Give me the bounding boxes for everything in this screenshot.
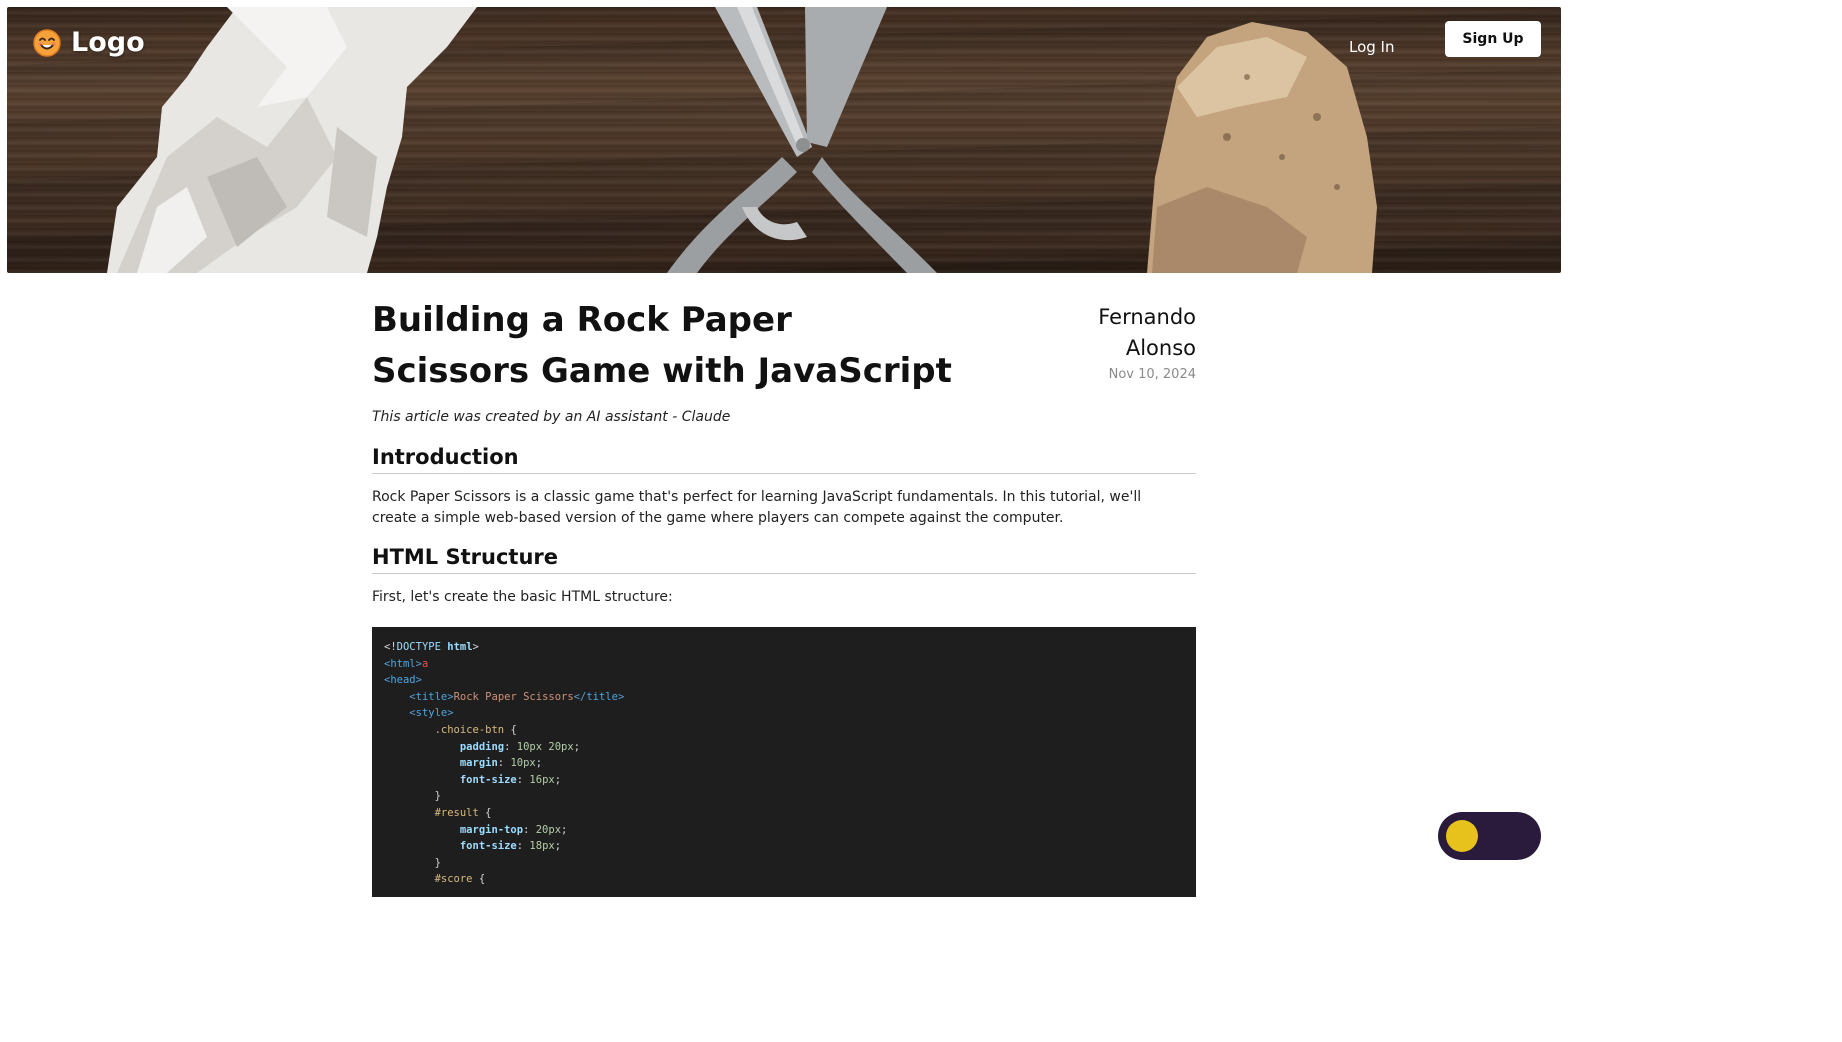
code-line: margin-top: 20px; — [459, 823, 568, 836]
signup-button[interactable]: Sign Up — [1445, 21, 1541, 57]
code-line: margin: 10px; — [459, 757, 543, 770]
code-line: <html>a — [384, 657, 429, 670]
rock-illustration — [1147, 22, 1377, 273]
post-date: Nov 10, 2024 — [1108, 367, 1196, 382]
code-block[interactable]: <!DOCTYPE html> <html>a <head> <title>Rock… — [372, 627, 1196, 897]
code-line: <!DOCTYPE html> — [384, 641, 479, 653]
code-line: <head> — [384, 674, 422, 687]
code-line: font-size: 16px; — [459, 773, 562, 786]
paper-illustration — [107, 7, 477, 273]
smiley-face-icon — [33, 28, 61, 57]
hero-image — [107, 7, 1377, 273]
code-line: font-size: 18px; — [459, 840, 562, 853]
article-title: Building a Rock Paper Scissors Game with… — [372, 300, 952, 391]
code-line: .choice-btn { — [434, 723, 517, 736]
theme-toggle[interactable] — [1438, 812, 1541, 860]
code-line: } — [434, 790, 441, 803]
logo[interactable]: Logo — [33, 27, 145, 58]
ai-disclaimer: This article was created by an AI assist… — [372, 409, 731, 425]
code-line: <title>Rock Paper Scissors</title> — [409, 690, 625, 703]
toggle-knob — [1446, 820, 1478, 852]
section-heading-introduction: Introduction — [372, 445, 1196, 474]
code-line: #score { — [434, 873, 486, 886]
section-paragraph-html-structure: First, let's create the basic HTML struc… — [372, 589, 673, 605]
section-paragraph-introduction: Rock Paper Scissors is a classic game th… — [372, 489, 1142, 526]
code-line: #result { — [434, 806, 492, 819]
code-line: } — [434, 856, 441, 869]
login-link[interactable]: Log In — [1349, 29, 1395, 65]
hero-banner: Logo Log In Sign Up — [7, 7, 1561, 273]
code-line: padding: 10px 20px; — [459, 740, 581, 753]
author-info: Fernando Alonso Nov 10, 2024 — [1066, 302, 1196, 382]
code-line: <style> — [409, 707, 454, 720]
author-name[interactable]: Fernando Alonso — [1066, 302, 1196, 364]
logo-text: Logo — [71, 27, 145, 58]
section-heading-html-structure: HTML Structure — [372, 545, 1196, 574]
scissors-illustration — [667, 7, 937, 273]
